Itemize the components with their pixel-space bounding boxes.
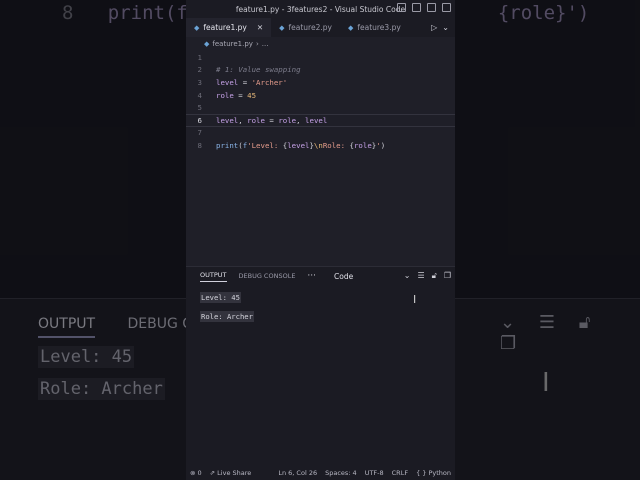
chevron-right-icon: › [255, 40, 259, 48]
code-line: 5 [186, 101, 455, 114]
tab-label: feature1.py [203, 23, 247, 32]
toggle-secondary-sidebar-icon[interactable] [427, 3, 436, 12]
line-number: 8 [197, 140, 202, 150]
code-line: 8 print(f'Level: {level}\nRole: {role}') [186, 139, 455, 152]
more-actions-icon[interactable]: ··· [307, 271, 316, 281]
chevron-down-icon[interactable]: ⌄ [404, 271, 411, 281]
language-label: Python [428, 469, 451, 477]
tab-label: feature3.py [357, 23, 401, 32]
code-editor[interactable]: 1 2 # 1: Value swapping 3 level = 'Arche… [186, 51, 455, 267]
run-icon[interactable]: ▷ [431, 23, 437, 32]
lock-icon[interactable]: 🔓︎ [432, 271, 437, 281]
panel-tabs: OUTPUT DEBUG CONSOLE ··· Code ⌄ ☰ 🔓︎ ❐ [186, 267, 455, 285]
output-panel: OUTPUT DEBUG CONSOLE ··· Code ⌄ ☰ 🔓︎ ❐ L… [186, 266, 455, 466]
tab-feature2[interactable]: ◆ feature2.py [271, 18, 340, 37]
tab-label: feature2.py [288, 23, 332, 32]
code-text: level = 'Archer' [216, 77, 288, 87]
code-line: 4 role = 45 [186, 89, 455, 102]
title-bar: feature1.py - 3features2 - Visual Studio… [186, 0, 455, 18]
live-share-button[interactable]: ⇗ Live Share [210, 469, 252, 477]
cursor-position[interactable]: Ln 6, Col 26 [278, 469, 317, 477]
live-share-label: Live Share [217, 469, 252, 477]
output-channel-select[interactable]: Code [334, 272, 353, 281]
line-number: 7 [197, 128, 202, 138]
window-title: feature1.py - 3features2 - Visual Studio… [235, 4, 406, 14]
copy-icon[interactable]: ❐ [444, 271, 451, 281]
output-line: Role: Archer [200, 311, 254, 322]
tab-feature1[interactable]: ◆ feature1.py ✕ [186, 18, 272, 37]
problems-count: 0 [197, 469, 202, 477]
tab-debug-console[interactable]: DEBUG CONSOLE [239, 272, 296, 280]
python-file-icon: ◆ [347, 23, 354, 32]
status-bar: ⊗ 0 ⇗ Live Share Ln 6, Col 26 Spaces: 4 … [186, 466, 455, 480]
problems-indicator[interactable]: ⊗ 0 [190, 469, 202, 477]
toggle-sidebar-icon[interactable] [397, 3, 406, 12]
panel-actions: ⌄ ☰ 🔓︎ ❐ [404, 271, 455, 281]
line-ending[interactable]: CRLF [392, 469, 408, 477]
python-file-icon: ◆ [279, 23, 285, 32]
code-line: 1 [186, 51, 455, 64]
text-cursor-icon: I [413, 293, 417, 306]
vscode-window: feature1.py - 3features2 - Visual Studio… [186, 0, 455, 480]
status-right: Ln 6, Col 26 Spaces: 4 UTF-8 CRLF { } Py… [278, 469, 451, 477]
line-number: 3 [197, 77, 202, 87]
line-number: 5 [197, 103, 202, 113]
indentation[interactable]: Spaces: 4 [325, 469, 357, 477]
code-line: 2 # 1: Value swapping [186, 64, 455, 77]
code-line-current: 6 level, role = role, level [186, 113, 455, 127]
clear-output-icon[interactable]: ☰ [417, 271, 424, 281]
line-number: 6 [197, 115, 202, 125]
output-line: Level: 45 [200, 292, 241, 303]
tab-feature3[interactable]: ◆ feature3.py [340, 18, 409, 37]
breadcrumb-file[interactable]: feature1.py [212, 40, 253, 48]
tab-output[interactable]: OUTPUT [200, 271, 227, 282]
code-comment: # 1: Value swapping [216, 65, 301, 75]
code-line: 3 level = 'Archer' [186, 76, 455, 89]
python-file-icon: ◆ [204, 40, 210, 48]
run-controls: ▷ ⌄ [431, 23, 455, 32]
customize-layout-icon[interactable] [442, 3, 451, 12]
breadcrumb: ◆ feature1.py › ... [186, 37, 455, 51]
line-number: 4 [197, 90, 202, 100]
code-line: 7 [186, 127, 455, 140]
code-text: print(f'Level: {level}\nRole: {role}') [216, 140, 386, 150]
line-number: 2 [197, 65, 202, 75]
language-mode[interactable]: { } Python [416, 469, 451, 477]
chevron-down-icon[interactable]: ⌄ [442, 23, 449, 32]
encoding[interactable]: UTF-8 [365, 469, 384, 477]
line-number: 1 [197, 52, 202, 62]
code-text: role = 45 [216, 90, 257, 100]
close-icon[interactable]: ✕ [257, 23, 263, 32]
toggle-panel-icon[interactable] [412, 3, 421, 12]
editor-tabs: ◆ feature1.py ✕ ◆ feature2.py ◆ feature3… [186, 18, 455, 37]
python-file-icon: ◆ [194, 23, 200, 32]
layout-controls [397, 3, 451, 12]
breadcrumb-symbol[interactable]: ... [262, 40, 269, 48]
code-text: level, role = role, level [216, 115, 328, 125]
